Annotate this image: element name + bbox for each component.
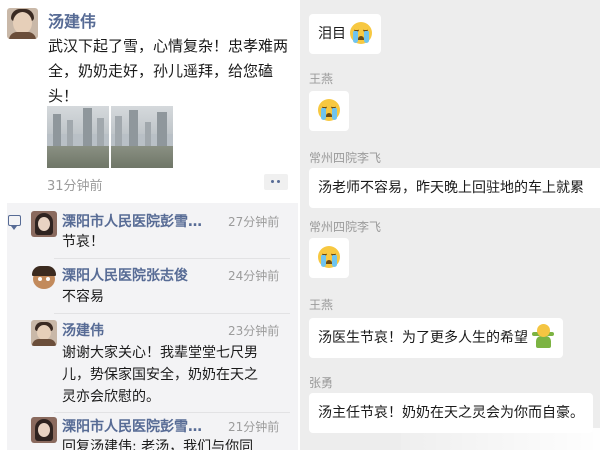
chat-panel: 泪目 王燕 常州四院李飞 汤老师不容易，昨天晚上回驻地的车上就累 常州四院李飞 …: [300, 0, 600, 450]
chat-bubble[interactable]: 汤主任节哀！奶奶在天之灵会为你而自豪。: [309, 393, 593, 433]
chat-bubble[interactable]: [309, 238, 349, 278]
chat-sender-name: 常州四院李飞: [309, 220, 382, 234]
crying-emoji-icon: [318, 245, 340, 268]
comment-text: 不容易: [62, 289, 104, 305]
chat-sender-name: 张勇: [309, 376, 334, 390]
post-author-name[interactable]: 汤建伟: [48, 8, 96, 32]
chat-sender-name: 常州四院李飞: [309, 151, 382, 165]
chat-message-text: 汤老师不容易，昨天晚上回驻地的车上就累: [318, 180, 584, 196]
comment-text: 回复汤建伟: 老汤，我们与你同: [62, 439, 254, 450]
chat-sender-name: 王燕: [309, 72, 334, 86]
comment-avatar[interactable]: [31, 265, 57, 291]
comment-divider: [54, 412, 290, 413]
comment-text-line: 儿，势保家国安全，奶奶在天之: [62, 367, 258, 383]
comment-timestamp: 21分钟前: [228, 420, 280, 434]
chat-bubble[interactable]: 汤老师不容易，昨天晚上回驻地的车上就累: [309, 168, 600, 208]
comment-icon: [8, 215, 21, 230]
chat-bubble[interactable]: 汤医生节哀！为了更多人生的希望: [309, 318, 564, 358]
chat-message-text: 汤主任节哀！奶奶在天之灵会为你而自豪。: [318, 405, 584, 421]
comment-avatar[interactable]: [31, 320, 57, 346]
comment-avatar[interactable]: [31, 211, 57, 237]
watermark-fade: [401, 428, 600, 450]
moments-panel: 汤建伟 武汉下起了雪，心情复杂！忠孝难两全，奶奶走好，孙儿遥拜，给您磕头！ 31…: [0, 0, 298, 450]
chat-bubble[interactable]: [309, 91, 349, 131]
comment-avatar[interactable]: [31, 417, 57, 443]
chat-message-text: 汤医生节哀！为了更多人生的希望: [318, 330, 528, 346]
comment-divider: [54, 258, 290, 259]
post-author-avatar[interactable]: [7, 8, 38, 39]
post-text: 武汉下起了雪，心情复杂！忠孝难两全，奶奶走好，孙儿遥拜，给您磕头！: [48, 37, 289, 105]
post-photo-2[interactable]: [111, 106, 173, 168]
comment-author[interactable]: 溧阳人民医院张志俊: [62, 265, 188, 285]
comment-text-line: 谢谢大家关心！我辈堂堂七尺男: [62, 345, 258, 361]
comment-author[interactable]: 溧阳市人民医院彭雪…: [62, 416, 202, 436]
post-timestamp: 31分钟前: [47, 179, 103, 194]
comment-author[interactable]: 汤建伟: [62, 320, 104, 340]
cheer-emoji-icon: [532, 324, 555, 348]
post-photo-1[interactable]: [47, 106, 109, 168]
crying-emoji-icon: [318, 98, 340, 121]
comment-timestamp: 23分钟前: [228, 324, 280, 338]
crying-emoji-icon: [350, 21, 373, 44]
chat-message-text: 泪目: [318, 26, 346, 42]
comment-text-line: 灵亦会欣慰的。: [62, 389, 160, 405]
comment-timestamp: 27分钟前: [228, 215, 280, 229]
comment-timestamp: 24分钟前: [228, 269, 280, 283]
comment-divider: [54, 313, 290, 314]
more-actions-button[interactable]: [264, 174, 288, 190]
comment-author[interactable]: 溧阳市人民医院彭雪…: [62, 211, 202, 231]
chat-sender-name: 王燕: [309, 298, 334, 312]
comment-text: 节哀！: [62, 234, 104, 250]
chat-bubble[interactable]: 泪目: [309, 14, 382, 54]
